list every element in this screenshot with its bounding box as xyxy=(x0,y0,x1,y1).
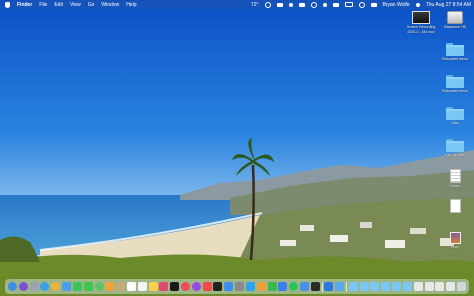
dock-finder-icon[interactable] xyxy=(8,282,17,291)
desktop-item-label: Jobs xyxy=(451,121,459,125)
menu-help[interactable]: Help xyxy=(126,2,136,8)
dock-twitter-icon[interactable] xyxy=(245,282,255,291)
dock-folder-6-icon[interactable] xyxy=(402,282,412,291)
siri-icon[interactable] xyxy=(415,2,420,7)
dock-safari-icon[interactable] xyxy=(40,282,50,291)
dock-news-icon[interactable] xyxy=(202,282,212,291)
dock-chrome-icon[interactable] xyxy=(51,282,61,291)
folder-icon xyxy=(446,43,464,56)
hard-drive-icon xyxy=(447,11,463,24)
dock-notes-icon[interactable] xyxy=(148,282,158,291)
desktop-item-folder[interactable]: Relocated Items xyxy=(432,75,474,94)
dock-photos-icon[interactable] xyxy=(105,282,115,291)
desktop-item-label: Macintosh HD xyxy=(443,25,467,29)
dock-tv-icon[interactable] xyxy=(170,282,180,291)
desktop-item-label: Mom xyxy=(451,245,459,249)
weather-status[interactable]: 72° xyxy=(251,2,259,8)
dock-trash-icon[interactable] xyxy=(456,282,466,291)
desktop-item-label: iOS 14 Beta xyxy=(445,153,465,157)
dock-dropbox-icon[interactable] xyxy=(324,282,334,291)
dock-podcasts-icon[interactable] xyxy=(191,282,201,291)
dock-pages-icon[interactable] xyxy=(256,282,266,291)
image-icon xyxy=(449,232,461,244)
dock-spotify-icon[interactable] xyxy=(289,282,299,291)
desktop-item-label: Relocated Items xyxy=(442,57,468,61)
dock-doc-1-icon[interactable] xyxy=(413,282,423,291)
wifi-icon[interactable] xyxy=(358,1,365,8)
video-thumbnail-icon xyxy=(412,11,430,24)
dock-doc-2-icon[interactable] xyxy=(424,282,434,291)
desktop-item-folder[interactable]: iOS 14 Beta xyxy=(432,139,474,158)
dock-mail-icon[interactable] xyxy=(62,282,72,291)
dock-messages-icon[interactable] xyxy=(83,282,93,291)
user-name[interactable]: Bryan Wolfe xyxy=(383,2,410,8)
dock-app-store-icon[interactable] xyxy=(224,282,234,291)
dock-launchpad-icon[interactable] xyxy=(29,282,39,291)
dock-stocks-icon[interactable] xyxy=(213,282,223,291)
dock-folder-5-icon[interactable] xyxy=(392,282,402,291)
desktop-item-label: Relocated Items xyxy=(442,89,468,93)
wallpaper-image xyxy=(0,0,474,296)
apple-menu-icon[interactable] xyxy=(5,1,10,8)
dock-folder-2-icon[interactable] xyxy=(359,282,369,291)
dock-maps-icon[interactable] xyxy=(94,282,104,291)
status-item-icon[interactable] xyxy=(276,2,283,7)
desktop-item-macintosh-hd[interactable]: Macintosh HD xyxy=(432,11,474,30)
document-icon xyxy=(449,169,461,183)
dock-terminal-icon[interactable] xyxy=(310,282,320,291)
dock-xcode-icon[interactable] xyxy=(299,282,309,291)
status-item-icon[interactable] xyxy=(288,2,293,7)
dock-contacts-icon[interactable] xyxy=(116,282,126,291)
dock-doc-4-icon[interactable] xyxy=(446,282,456,291)
dock-doc-3-icon[interactable] xyxy=(435,282,445,291)
menu-window[interactable]: Window xyxy=(101,2,119,8)
folder-icon xyxy=(446,75,464,88)
dock-folder-4-icon[interactable] xyxy=(381,282,391,291)
dock-reminders-icon[interactable] xyxy=(137,282,147,291)
dock-music-icon[interactable] xyxy=(181,282,190,291)
status-item-icon[interactable] xyxy=(264,1,271,8)
desktop-item-label: Notes xyxy=(450,184,460,188)
dock-separator xyxy=(321,281,323,292)
dock-facetime-icon[interactable] xyxy=(72,282,82,291)
menu-bar: Finder File Edit View Go Window Help 72°… xyxy=(0,0,474,9)
menu-file[interactable]: File xyxy=(39,2,47,8)
document-icon xyxy=(449,199,461,213)
menu-view[interactable]: View xyxy=(70,2,81,8)
dock-slack-icon[interactable] xyxy=(159,282,169,291)
desktop-item-folder[interactable]: Jobs xyxy=(432,107,474,126)
status-item-icon[interactable] xyxy=(322,2,327,7)
clock[interactable]: Thu Aug 27 8:54 AM xyxy=(426,2,471,8)
menu-go[interactable]: Go xyxy=(88,2,95,8)
dock-system-preferences-icon[interactable] xyxy=(235,282,245,291)
desktop-item-document[interactable] xyxy=(432,199,474,214)
dock-separator xyxy=(346,281,347,292)
status-item-icon[interactable] xyxy=(332,2,339,7)
battery-icon[interactable] xyxy=(344,2,353,7)
folder-icon xyxy=(446,139,464,152)
dock-downloads-icon[interactable] xyxy=(335,282,345,291)
desktop-item-folder[interactable]: Relocated Items xyxy=(432,43,474,62)
menu-app-name[interactable]: Finder xyxy=(17,2,32,8)
dock xyxy=(5,279,469,294)
desktop-item-label: 2020-0...AM.mov xyxy=(407,29,435,34)
folder-icon xyxy=(446,107,464,120)
dock-numbers-icon[interactable] xyxy=(267,282,277,291)
dock-folder-3-icon[interactable] xyxy=(370,282,380,291)
menu-edit[interactable]: Edit xyxy=(54,2,63,8)
desktop-item-document[interactable]: Notes xyxy=(432,169,474,189)
dock-folder-1-icon[interactable] xyxy=(348,282,358,291)
status-item-icon[interactable] xyxy=(298,2,305,7)
status-item-icon[interactable] xyxy=(310,1,317,8)
dock-calendar-icon[interactable] xyxy=(126,282,136,291)
dock-siri-icon[interactable] xyxy=(18,282,28,291)
dock-keynote-icon[interactable] xyxy=(278,282,288,291)
desktop-item-image[interactable]: Mom xyxy=(432,232,474,250)
control-center-icon[interactable] xyxy=(370,2,377,7)
desktop[interactable]: Finder File Edit View Go Window Help 72°… xyxy=(0,0,474,296)
